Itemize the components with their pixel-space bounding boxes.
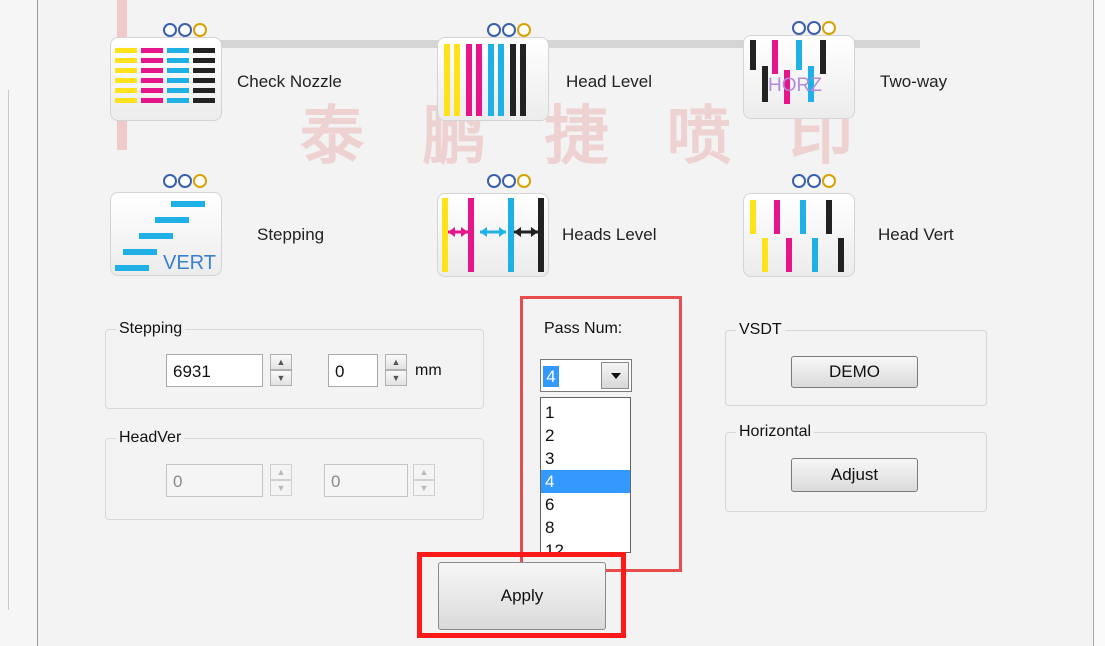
stepping-value-field[interactable]: 6931 [166,354,263,387]
demo-button[interactable]: DEMO [791,356,918,388]
stepping-group-title: Stepping [116,320,186,338]
pass-num-highlight-box [520,296,682,572]
two-way-label: Two-way [880,72,948,91]
apply-highlight-box [417,552,626,638]
frame-divider [8,90,9,610]
headver-value2-field[interactable]: 0 [324,464,408,497]
headver-value1-field[interactable]: 0 [166,464,263,497]
adjust-button[interactable]: Adjust [791,458,918,492]
heads-level-label: Heads Level [562,225,657,244]
status-dots-icon [163,23,207,37]
stepping-offset-spinner[interactable]: ▲ ▼ [385,354,407,387]
status-dots-icon [487,174,531,188]
spin-up-icon[interactable]: ▲ [270,354,292,370]
heads-level-button[interactable] [437,193,549,277]
headver-value2-spinner[interactable]: ▲ ▼ [413,464,435,497]
spin-down-icon[interactable]: ▼ [385,370,407,386]
head-vert-icon [750,200,844,272]
headver-group-title: HeadVer [116,429,185,447]
stepping-label: Stepping [257,225,325,244]
status-dots-icon [792,21,836,35]
head-level-label: Head Level [566,72,653,91]
check-nozzle-button[interactable] [110,37,222,121]
head-vert-button[interactable] [743,193,855,277]
stepping-unit-label: mm [415,362,442,379]
two-way-icon-text: HORZ [768,75,822,96]
spin-up-icon[interactable]: ▲ [270,464,292,480]
spin-down-icon[interactable]: ▼ [413,480,435,496]
check-nozzle-label: Check Nozzle [237,72,342,91]
head-vert-label: Head Vert [878,225,954,244]
stepping-icon-text: VERT [163,252,216,274]
spin-down-icon[interactable]: ▼ [270,480,292,496]
status-dots-icon [487,23,531,37]
check-nozzle-icon [115,48,215,103]
head-level-button[interactable] [437,37,549,121]
stepping-value-spinner[interactable]: ▲ ▼ [270,354,292,387]
headver-value1-spinner[interactable]: ▲ ▼ [270,464,292,497]
spin-up-icon[interactable]: ▲ [385,354,407,370]
spin-up-icon[interactable]: ▲ [413,464,435,480]
status-dots-icon [792,174,836,188]
stepping-offset-field[interactable]: 0 [328,354,378,387]
horizontal-group-title: Horizontal [736,423,815,441]
status-dots-icon [163,174,207,188]
window-right-frame [1093,0,1105,646]
heads-level-icon [442,198,544,272]
vsdt-group-title: VSDT [736,321,785,339]
window-left-frame [0,0,38,646]
spin-down-icon[interactable]: ▼ [270,370,292,386]
head-level-icon [444,44,526,116]
